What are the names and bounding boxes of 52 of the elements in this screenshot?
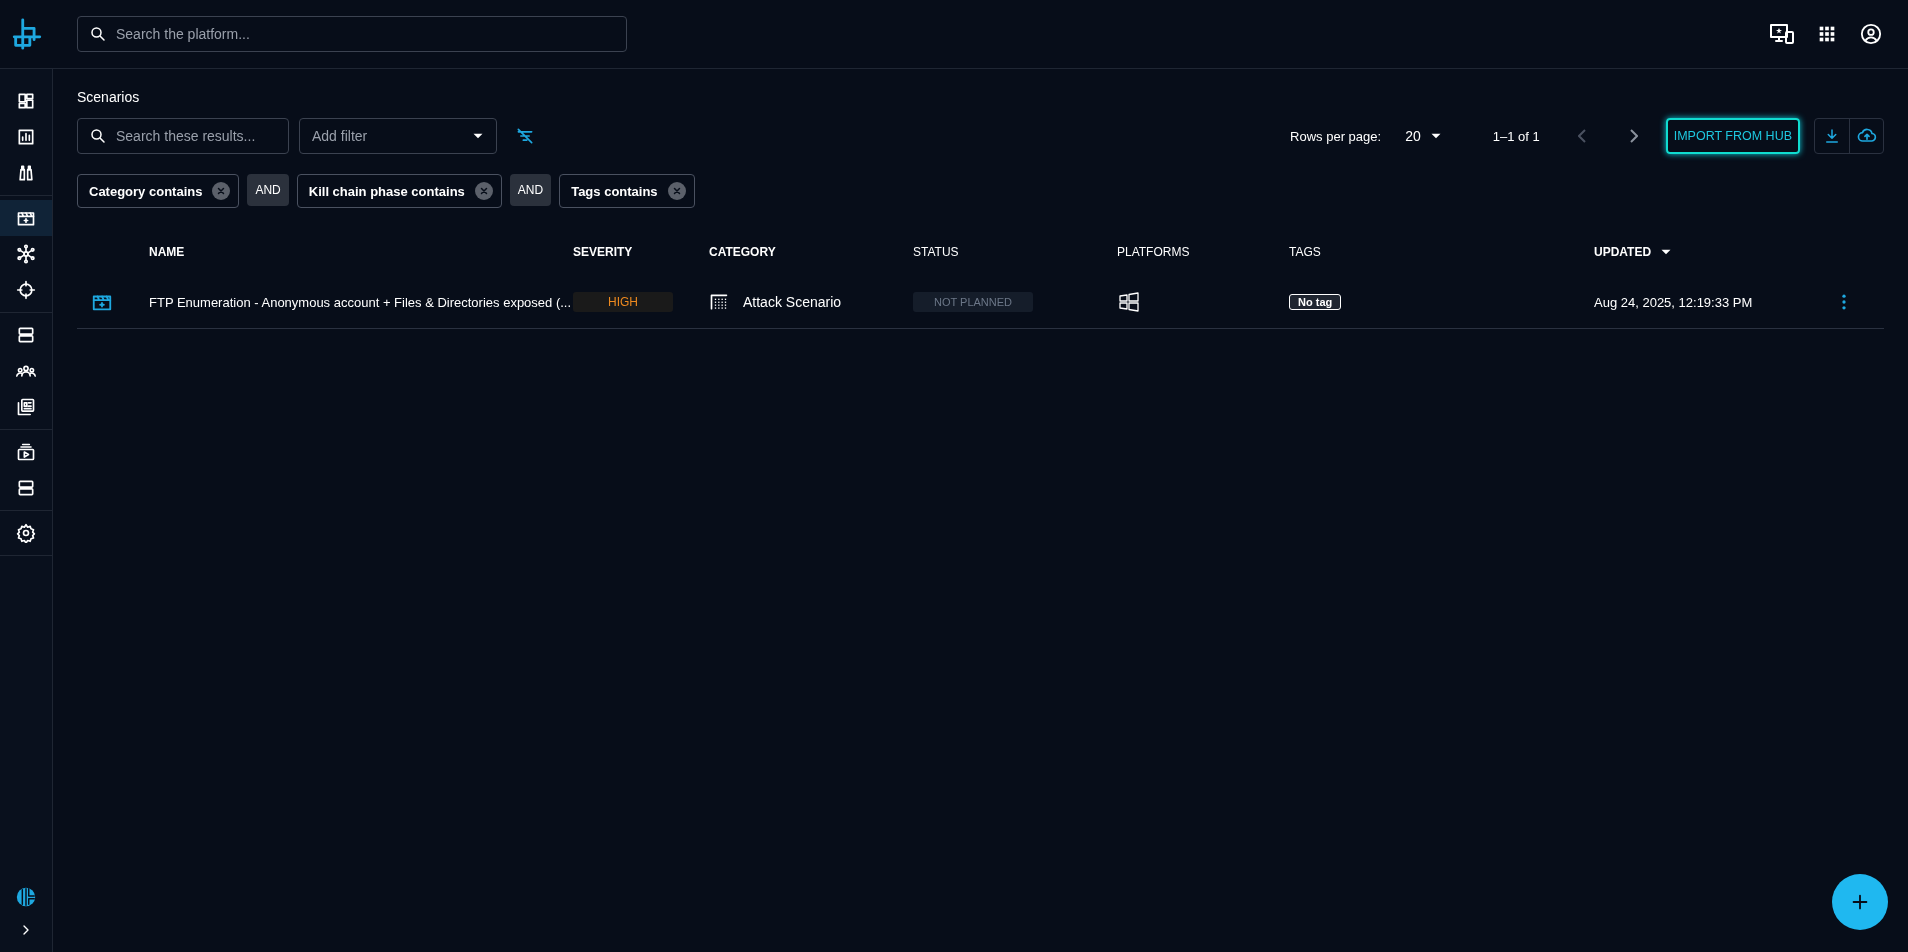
- column-header: TAGS: [1289, 245, 1321, 259]
- filter-chip[interactable]: Kill chain phase contains: [296, 174, 502, 208]
- network-icon: [16, 244, 36, 264]
- page-title: Scenarios: [77, 89, 140, 105]
- column-header[interactable]: SEVERITY: [573, 245, 633, 259]
- dashboard-icon: [16, 91, 36, 111]
- sidebar-item[interactable]: [0, 200, 52, 236]
- server-icon: [16, 478, 36, 498]
- download-icon: [1823, 127, 1841, 145]
- scenario-name[interactable]: FTP Enumeration - Anonymous account + Files & Directories exposed (...: [149, 294, 573, 310]
- operator-chip: AND: [509, 174, 552, 206]
- settings-icon: [16, 523, 36, 543]
- column-header[interactable]: CATEGORY: [709, 245, 776, 259]
- severity-badge: HIGH: [573, 292, 673, 312]
- search-icon: [89, 127, 107, 145]
- column-header[interactable]: UPDATED: [1594, 245, 1652, 259]
- clear-filter-icon[interactable]: [515, 126, 535, 146]
- monitor-star-icon[interactable]: [1770, 22, 1794, 46]
- grid-category-icon: [709, 292, 729, 312]
- tag-chip: No tag: [1289, 294, 1342, 310]
- striped-globe-icon[interactable]: [15, 886, 37, 908]
- bar-chart-icon: [16, 127, 36, 147]
- newspaper-icon: [16, 397, 36, 417]
- remove-chip-icon[interactable]: [474, 182, 493, 200]
- crosshair-icon: [16, 280, 36, 300]
- chevron-left-icon: [1577, 129, 1586, 143]
- results-search-field[interactable]: Search these results...: [77, 118, 289, 154]
- rows-per-page-select[interactable]: 20: [1405, 127, 1445, 145]
- play-stack-icon: [16, 442, 36, 462]
- rows-per-page-label: Rows per page:: [1290, 128, 1382, 144]
- column-header: PLATFORMS: [1117, 245, 1190, 259]
- remove-chip-icon[interactable]: [212, 182, 231, 200]
- import-from-hub-button[interactable]: IMPORT FROM HUB: [1665, 118, 1800, 154]
- account-icon[interactable]: [1860, 23, 1882, 45]
- updated-date: Aug 24, 2025, 12:19:33 PM: [1594, 294, 1754, 310]
- platform-search-field[interactable]: Search the platform...: [77, 16, 627, 52]
- column-header: STATUS: [913, 245, 959, 259]
- filter-chip[interactable]: Category contains: [77, 174, 240, 208]
- operator-chip: AND: [247, 174, 289, 206]
- status-badge: NOT PLANNED: [913, 292, 1033, 312]
- binoculars-icon: [16, 163, 36, 183]
- column-header[interactable]: NAME: [149, 245, 185, 259]
- filter-select[interactable]: Add filter: [299, 118, 497, 154]
- remove-chip-icon[interactable]: [667, 182, 686, 200]
- search-icon: [89, 25, 107, 43]
- filter-chip[interactable]: Tags contains: [559, 174, 695, 208]
- chevron-right-icon: [1629, 129, 1638, 143]
- server-icon: [16, 325, 36, 345]
- category-text: Attack Scenario: [743, 294, 842, 310]
- page-range: 1–1 of 1: [1492, 128, 1540, 144]
- windows-icon: [1117, 290, 1141, 314]
- add-button[interactable]: [1832, 874, 1888, 930]
